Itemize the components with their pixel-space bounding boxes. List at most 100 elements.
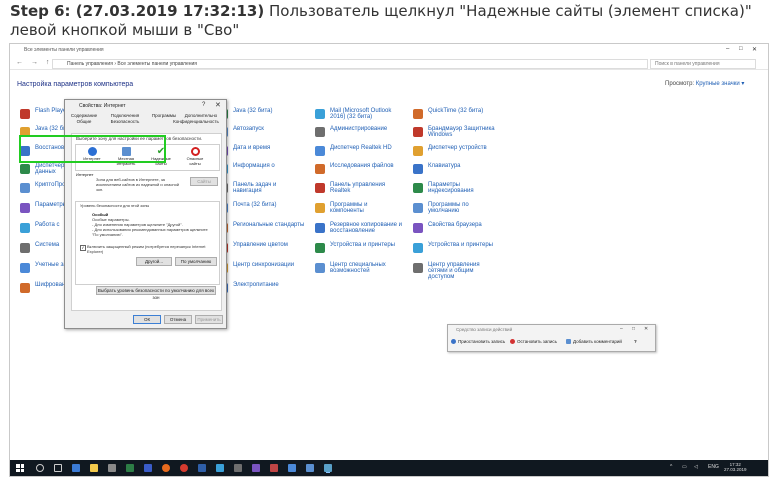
- search-icon[interactable]: [36, 464, 44, 472]
- steps-recorder-taskbar-icon[interactable]: [324, 464, 332, 472]
- custom-level-button[interactable]: Другой...: [136, 257, 172, 266]
- settings-icon[interactable]: [234, 464, 242, 472]
- minimize-icon[interactable]: –: [726, 46, 729, 52]
- control-panel-item-icon: [315, 243, 325, 253]
- control-panel-item-icon: [413, 203, 423, 213]
- control-panel-item-label: Устройства и принтеры: [428, 242, 493, 248]
- control-panel-item-label: Центр управления сетями и общим доступом: [428, 262, 480, 280]
- pause-label: Приостановить запись: [458, 339, 506, 344]
- explorer-app-icon[interactable]: [288, 464, 296, 472]
- tab-advanced[interactable]: Дополнительно: [181, 113, 221, 118]
- recorder-maximize-icon[interactable]: □: [632, 326, 635, 332]
- help-icon[interactable]: ?: [202, 102, 205, 108]
- skype-icon[interactable]: [216, 464, 224, 472]
- control-panel-item-icon: [315, 183, 325, 193]
- add-comment-label: Добавить комментарий: [573, 339, 622, 344]
- protected-mode-label: Включить защищенный режим (потребуется п…: [87, 244, 206, 254]
- maximize-icon[interactable]: □: [739, 46, 743, 52]
- tab-connections[interactable]: Подключения: [103, 113, 147, 118]
- reset-all-zones-button[interactable]: Выбрать уровень безопасности по умолчани…: [96, 286, 216, 300]
- browser-icon[interactable]: [180, 464, 188, 472]
- recorder-help-button[interactable]: ?: [634, 337, 637, 346]
- comment-icon: [566, 339, 571, 345]
- control-panel-item-icon: [20, 223, 30, 233]
- control-panel-item-label: Резервное копирование и восстановление: [330, 222, 402, 234]
- windows-start-icon[interactable]: [16, 464, 24, 472]
- view-by-dropdown[interactable]: Крупные значки ▾: [696, 81, 745, 87]
- control-panel-item-icon: [413, 146, 423, 156]
- acrobat-icon[interactable]: [270, 464, 278, 472]
- clock-date: 27.03.2019: [724, 467, 747, 472]
- pause-record-button[interactable]: Приостановить запись: [451, 337, 505, 346]
- protected-mode-checkbox[interactable]: ✓: [80, 245, 86, 251]
- tab-content[interactable]: Содержание: [69, 113, 99, 118]
- control-panel-item-icon: [20, 243, 30, 253]
- control-panel-item-label: Параметры индексирования: [428, 182, 474, 194]
- onenote-icon[interactable]: [252, 464, 260, 472]
- firefox-icon[interactable]: [162, 464, 170, 472]
- control-panel-item-label: Центр синхронизации: [233, 262, 295, 268]
- control-panel-item-label: Исследования файлов: [330, 163, 394, 169]
- search-input[interactable]: Поиск в панели управления: [650, 59, 756, 69]
- control-panel-item-label: Региональные стандарты: [233, 222, 305, 228]
- control-panel-item-label: Панель управления Realtek: [330, 182, 386, 194]
- tray-chevron-icon[interactable]: ^: [670, 464, 672, 470]
- security-level-label: Уровень безопасности для этой зоны: [80, 203, 150, 208]
- control-panel-item-label: Брандмауэр Защитника Windows: [428, 126, 495, 138]
- control-panel-item-label: Центр специальных возможностей: [330, 262, 386, 274]
- app-icon[interactable]: [108, 464, 116, 472]
- tab-programs[interactable]: Программы: [149, 113, 179, 118]
- control-panel-item-label: Клавиатура: [428, 163, 461, 169]
- click-highlight: [19, 135, 166, 163]
- control-panel-item-icon: [413, 127, 423, 137]
- word-icon[interactable]: [144, 464, 152, 472]
- add-comment-button[interactable]: Добавить комментарий: [566, 337, 622, 346]
- excel-icon[interactable]: [126, 464, 134, 472]
- security-level-desc3: - Для использования рекомендованных пара…: [92, 227, 208, 237]
- sites-button[interactable]: Сайты: [190, 177, 218, 186]
- control-panel-item-icon: [413, 109, 423, 119]
- control-panel-item-label: Администрирование: [330, 126, 388, 132]
- tab-security[interactable]: Безопасность: [103, 119, 147, 124]
- control-panel-item-label: Mail (Microsoft Outlook 2016) (32 бита): [330, 108, 392, 120]
- recorder-title: Средство записи действий: [456, 327, 513, 332]
- control-panel-item-label: Программы по умолчанию: [428, 202, 469, 214]
- language-indicator[interactable]: ENG: [708, 464, 719, 470]
- control-panel-item-label: Панель задач и навигация: [233, 182, 277, 194]
- control-panel-item-label: Устройства и принтеры: [330, 242, 395, 248]
- dialog-close-icon[interactable]: ✕: [215, 101, 221, 109]
- ok-button[interactable]: ОК: [133, 315, 161, 324]
- control-panel-item-label: Дата и время: [233, 145, 271, 151]
- dialog-title: Свойства: Интернет: [79, 103, 126, 109]
- zone-title: Интернет: [76, 172, 94, 177]
- step-label: Step 6: (27.03.2019 17:32:13): [10, 2, 265, 20]
- apply-button[interactable]: Применить: [195, 315, 223, 324]
- volume-icon[interactable]: ◁: [694, 464, 698, 470]
- taskbar: ^ ▭ ◁ ENG 17:32 27.03.2019: [10, 460, 768, 476]
- edge-icon[interactable]: [72, 464, 80, 472]
- control-panel-item-label: Почта (32 бита): [233, 202, 277, 208]
- folder-icon[interactable]: [90, 464, 98, 472]
- address-bar[interactable]: Панель управления › Все элементы панели …: [52, 59, 648, 69]
- outlook-icon[interactable]: [198, 464, 206, 472]
- clock[interactable]: 17:32 27.03.2019: [724, 462, 747, 472]
- recorder-close-icon[interactable]: ✕: [644, 326, 648, 332]
- cancel-button[interactable]: Отмена: [164, 315, 192, 324]
- control-panel-item-icon: [413, 223, 423, 233]
- nav-arrows[interactable]: ← → ↑: [16, 59, 52, 66]
- control-panel-taskbar-icon[interactable]: [306, 464, 314, 472]
- zone-restricted-sites[interactable]: Опасные сайты: [182, 146, 208, 166]
- task-view-icon[interactable]: [54, 464, 62, 472]
- control-panel-item-label: Программы и компоненты: [330, 202, 368, 214]
- control-panel-item-icon: [315, 127, 325, 137]
- default-level-button[interactable]: По умолчанию: [175, 257, 217, 266]
- network-icon[interactable]: ▭: [682, 464, 687, 470]
- recorder-minimize-icon[interactable]: –: [620, 326, 623, 332]
- tab-privacy[interactable]: Конфиденциальность: [169, 119, 223, 124]
- control-panel-item-label: Электропитание: [233, 282, 279, 288]
- close-icon[interactable]: ✕: [752, 46, 757, 53]
- control-panel-item-icon: [20, 164, 30, 174]
- stop-record-button[interactable]: Остановить запись: [510, 337, 557, 346]
- tab-general[interactable]: Общие: [69, 119, 99, 124]
- control-panel-item-label: Диспетчер устройств: [428, 145, 487, 151]
